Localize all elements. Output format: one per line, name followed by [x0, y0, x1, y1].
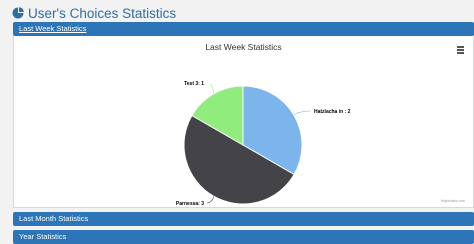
- page-title: User's Choices Statistics: [28, 5, 177, 21]
- panel-last-month: Last Month Statistics: [13, 212, 474, 226]
- chart-container: Last Week Statistics Hatzlacha in : 2 Par…: [13, 36, 474, 208]
- panel-year: Year Statistics: [13, 230, 474, 244]
- page-header: User's Choices Statistics: [12, 4, 176, 22]
- pie-chart: Hatzlacha in : 2 Parnessa: 3 Test 3: 1: [176, 81, 351, 207]
- credits[interactable]: Highcharts.com: [441, 199, 465, 203]
- panel-header-last-month[interactable]: Last Month Statistics: [13, 212, 474, 226]
- connector-line: [293, 110, 312, 116]
- panel-header-label[interactable]: Last Month Statistics: [19, 214, 88, 223]
- data-label: Test 3: 1: [184, 81, 204, 87]
- connector-line: [209, 83, 214, 94]
- panel-header-last-week[interactable]: Last Week Statistics: [13, 22, 474, 36]
- panel-header-label[interactable]: Last Week Statistics: [19, 24, 86, 33]
- pie-chart-icon: [12, 7, 24, 19]
- connector-line: [206, 196, 214, 204]
- data-label: Parnessa: 3: [176, 201, 204, 207]
- panel-header-label[interactable]: Year Statistics: [19, 232, 66, 241]
- panel-header-year[interactable]: Year Statistics: [13, 230, 474, 244]
- data-label: Hatzlacha in : 2: [314, 109, 351, 115]
- panel-last-week: Last Week Statistics Last Week Statistic…: [13, 22, 474, 208]
